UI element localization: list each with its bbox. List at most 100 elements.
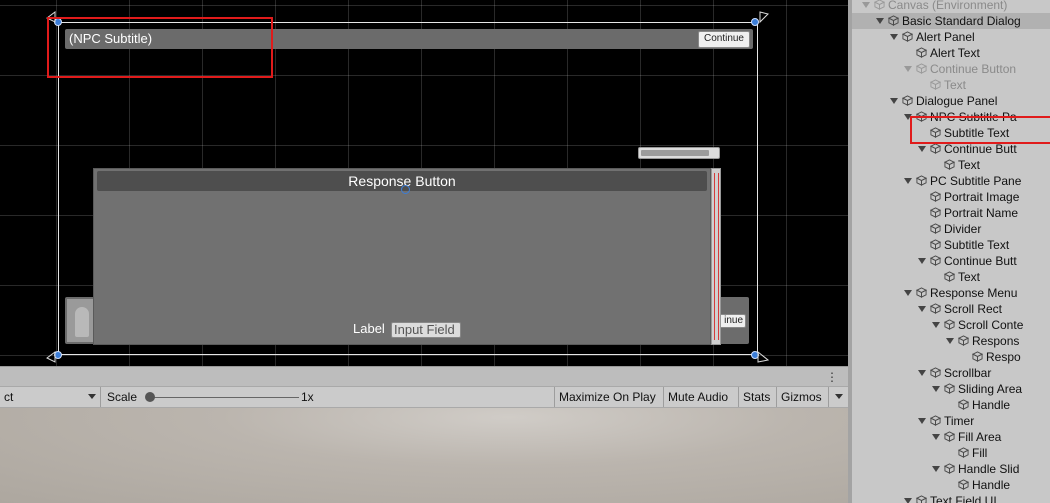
hierarchy-item[interactable]: Fill: [852, 445, 1050, 461]
expand-arrow-icon[interactable]: [932, 386, 940, 392]
expand-arrow-icon[interactable]: [946, 338, 954, 344]
expand-arrow-icon[interactable]: [904, 290, 912, 296]
gameobject-cube-icon: [930, 239, 941, 250]
hierarchy-item-label: PC Subtitle Pane: [930, 174, 1022, 188]
expand-arrow-icon[interactable]: [876, 18, 884, 24]
hierarchy-item-label: Subtitle Text: [944, 238, 1010, 252]
hierarchy-item[interactable]: Respons: [852, 333, 1050, 349]
hierarchy-item-label: Sliding Area: [958, 382, 1023, 396]
hierarchy-item[interactable]: Sliding Area: [852, 381, 1050, 397]
hierarchy-item-label: Canvas (Environment): [888, 0, 1008, 12]
hierarchy-item-label: Continue Button: [930, 62, 1017, 76]
text-field-label: Label: [353, 321, 385, 336]
continue-button[interactable]: Continue: [697, 31, 750, 48]
hierarchy-item[interactable]: Alert Panel: [852, 29, 1050, 45]
expand-arrow-icon[interactable]: [904, 178, 912, 184]
gizmos-toggle[interactable]: Gizmos: [777, 387, 829, 407]
scale-slider-track[interactable]: [149, 397, 299, 398]
expand-arrow-icon[interactable]: [918, 146, 926, 152]
hierarchy-item-label: Alert Panel: [916, 30, 975, 44]
hierarchy-item[interactable]: Handle: [852, 397, 1050, 413]
hierarchy-item[interactable]: Continue Button: [852, 61, 1050, 77]
panel-splitter[interactable]: ⋮: [0, 366, 848, 386]
scale-control: Scale 1x: [101, 387, 555, 407]
expand-arrow-icon[interactable]: [932, 466, 940, 472]
game-view[interactable]: [0, 408, 848, 503]
gameobject-cube-icon: [902, 31, 913, 42]
hierarchy-item[interactable]: Scroll Conte: [852, 317, 1050, 333]
gameobject-cube-icon: [916, 175, 927, 186]
hierarchy-item[interactable]: Response Menu: [852, 285, 1050, 301]
hierarchy-item-label: Text: [958, 270, 981, 284]
expand-arrow-icon[interactable]: [904, 498, 912, 503]
gameobject-cube-icon: [874, 0, 885, 10]
hierarchy-item[interactable]: Scrollbar: [852, 365, 1050, 381]
maximize-on-play-toggle[interactable]: Maximize On Play: [555, 387, 664, 407]
hierarchy-item[interactable]: PC Subtitle Pane: [852, 173, 1050, 189]
hierarchy-item[interactable]: Divider: [852, 221, 1050, 237]
gameobject-cube-icon: [916, 47, 927, 58]
hierarchy-item[interactable]: Portrait Image: [852, 189, 1050, 205]
text-input-field[interactable]: Input Field: [391, 322, 461, 338]
scale-slider-knob[interactable]: [145, 392, 155, 402]
hierarchy-item[interactable]: Text: [852, 77, 1050, 93]
stats-toggle[interactable]: Stats: [739, 387, 777, 407]
hierarchy-item[interactable]: Text Field UI: [852, 493, 1050, 503]
hierarchy-item[interactable]: Canvas (Environment): [852, 0, 1050, 13]
hierarchy-item[interactable]: Handle: [852, 477, 1050, 493]
hierarchy-item[interactable]: Handle Slid: [852, 461, 1050, 477]
mute-audio-toggle[interactable]: Mute Audio: [664, 387, 739, 407]
response-menu-panel[interactable]: Response Button: [93, 168, 711, 345]
expand-arrow-icon[interactable]: [932, 322, 940, 328]
expand-arrow-icon[interactable]: [862, 2, 870, 8]
gizmos-dropdown[interactable]: [829, 387, 848, 407]
hierarchy-item-label: Text: [944, 78, 967, 92]
hierarchy-item-label: Scrollbar: [944, 366, 992, 380]
expand-arrow-icon[interactable]: [918, 258, 926, 264]
hierarchy-item-label: Respo: [986, 350, 1021, 364]
gameobject-cube-icon: [944, 431, 955, 442]
hierarchy-item[interactable]: Text: [852, 157, 1050, 173]
more-options-icon[interactable]: ⋮: [826, 370, 838, 384]
expand-arrow-icon[interactable]: [918, 306, 926, 312]
gameobject-cube-icon: [930, 79, 941, 90]
gameobject-cube-icon: [944, 159, 955, 170]
expand-arrow-icon[interactable]: [904, 66, 912, 72]
hierarchy-item[interactable]: Basic Standard Dialog: [852, 13, 1050, 29]
gameobject-cube-icon: [902, 95, 913, 106]
timer-slider[interactable]: [638, 147, 720, 159]
gameobject-cube-icon: [958, 399, 969, 410]
hierarchy-item[interactable]: Scroll Rect: [852, 301, 1050, 317]
hierarchy-item[interactable]: Fill Area: [852, 429, 1050, 445]
hierarchy-item-label: Basic Standard Dialog: [902, 14, 1021, 28]
expand-arrow-icon[interactable]: [918, 418, 926, 424]
gameobject-cube-icon: [958, 335, 969, 346]
pivot-icon[interactable]: [401, 185, 410, 194]
display-dropdown[interactable]: ct: [0, 387, 101, 407]
hierarchy-item[interactable]: Text: [852, 269, 1050, 285]
gameobject-cube-icon: [930, 143, 941, 154]
scene-view[interactable]: (NPC Subtitle) Continue inue Response Bu…: [0, 0, 848, 366]
hierarchy-item[interactable]: Subtitle Text: [852, 237, 1050, 253]
hierarchy-item[interactable]: Continue Butt: [852, 253, 1050, 269]
hierarchy-item[interactable]: Portrait Name: [852, 205, 1050, 221]
expand-arrow-icon[interactable]: [932, 434, 940, 440]
expand-arrow-icon[interactable]: [890, 98, 898, 104]
hierarchy-item[interactable]: Timer: [852, 413, 1050, 429]
hierarchy-item[interactable]: Dialogue Panel: [852, 93, 1050, 109]
hierarchy-highlight-box: [910, 116, 1050, 144]
hierarchy-item-label: Fill: [972, 446, 988, 460]
hierarchy-item-label: Dialogue Panel: [916, 94, 998, 108]
response-scrollbar[interactable]: [711, 168, 721, 345]
expand-arrow-icon[interactable]: [918, 370, 926, 376]
hierarchy-panel[interactable]: Canvas (Environment) Basic Standard Dialo…: [848, 0, 1050, 503]
expand-arrow-icon[interactable]: [890, 34, 898, 40]
gameobject-cube-icon: [930, 223, 941, 234]
hierarchy-item[interactable]: Respo: [852, 349, 1050, 365]
hierarchy-item-label: Scroll Conte: [958, 318, 1024, 332]
scale-label: Scale: [107, 390, 138, 404]
hierarchy-item-label: Text: [958, 158, 981, 172]
gameobject-cube-icon: [944, 319, 955, 330]
gameobject-cube-icon: [972, 351, 983, 362]
hierarchy-item[interactable]: Alert Text: [852, 45, 1050, 61]
